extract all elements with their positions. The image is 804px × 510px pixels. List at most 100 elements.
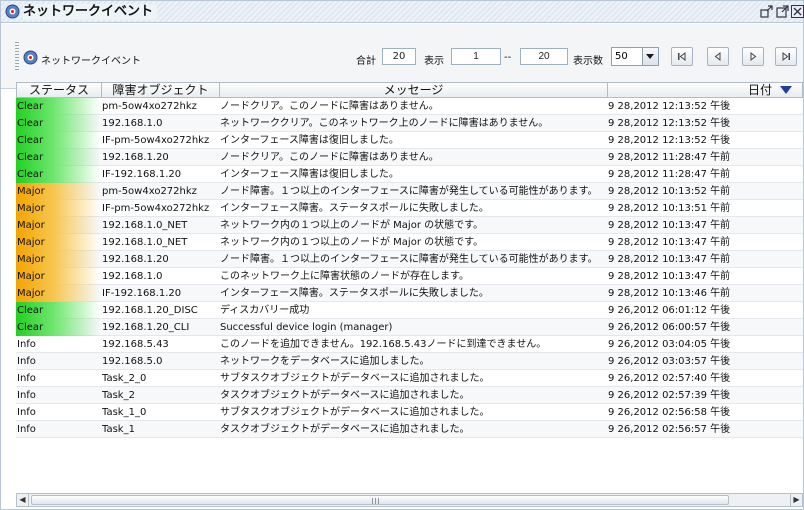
- table-row[interactable]: Clear IF-192.168.1.20 インターフェース障害は復旧しました。 9 …: [16, 166, 803, 183]
- date-cell: 9 26,2012 06:00:57 午後: [608, 322, 731, 333]
- close-icon[interactable]: [790, 4, 804, 19]
- object-cell: 192.168.1.0_NET: [102, 237, 188, 248]
- range-from-input[interactable]: [451, 48, 501, 65]
- object-cell: 192.168.1.20: [102, 254, 169, 265]
- last-page-icon: [782, 51, 790, 62]
- status-cell: Clear: [16, 98, 100, 115]
- status-cell: Major: [16, 200, 100, 217]
- status-cell: Clear: [16, 302, 100, 319]
- message-cell: ディスカバリー成功: [220, 305, 310, 316]
- message-cell: ネットワーク内の１つ以上のノードが Major の状態です。: [220, 237, 484, 248]
- table-row[interactable]: Info 192.168.5.0 ネットワークをデータベースに追加しました。 9 26…: [16, 353, 803, 370]
- object-cell: Task_2_0: [102, 373, 147, 384]
- table-row[interactable]: Clear pm-5ow4xo272hkz ノードクリア。このノードに障害はありませ…: [16, 98, 803, 115]
- object-cell: 192.168.1.0: [102, 271, 163, 282]
- status-cell: Info: [17, 373, 36, 384]
- date-cell: 9 28,2012 10:13:47 午前: [608, 254, 731, 265]
- table-row[interactable]: Info Task_1_0 サブタスクオブジェクトがデータベースに追加されました。 9…: [16, 404, 803, 421]
- object-cell: IF-192.168.1.20: [102, 288, 182, 299]
- first-page-icon: [678, 51, 686, 62]
- page-size-select[interactable]: 50: [611, 47, 659, 66]
- table-row[interactable]: Info Task_2_0 サブタスクオブジェクトがデータベースに追加されました。 9…: [16, 370, 803, 387]
- page-size-value: 50: [615, 51, 628, 62]
- table-row[interactable]: Major 192.168.1.0_NET ネットワーク内の１つ以上のノードが Ma…: [16, 234, 803, 251]
- date-cell: 9 28,2012 12:13:52 午後: [608, 135, 731, 146]
- message-cell: ネットワーク内の１つ以上のノードが Major の状態です。: [220, 220, 484, 231]
- table-row[interactable]: Clear 192.168.1.20_CLI Successful device l…: [16, 319, 803, 336]
- message-cell: インターフェース障害。ステータスポールに失敗しました。: [220, 288, 489, 299]
- object-cell: Task_1_0: [102, 407, 147, 418]
- scrollbar-thumb[interactable]: [31, 495, 729, 505]
- window-title: ネットワークイベント: [23, 4, 158, 20]
- table-row[interactable]: Major pm-5ow4xo272hkz ノード障害。１つ以上のインターフェースに…: [16, 183, 803, 200]
- table-row[interactable]: Major 192.168.1.0 このネットワーク上に障害状態のノードが存在します…: [16, 268, 803, 285]
- previous-page-button[interactable]: [707, 47, 729, 66]
- column-header-message[interactable]: メッセージ: [220, 82, 608, 98]
- status-cell: Major: [16, 285, 100, 302]
- horizontal-scrollbar[interactable]: ◀ ▶: [16, 493, 803, 507]
- range-separator: --: [504, 52, 512, 63]
- object-cell: 192.168.5.43: [102, 339, 169, 350]
- table-row[interactable]: Clear 192.168.1.0 ネットワーククリア。このネットワーク上のノードに…: [16, 115, 803, 132]
- object-cell: IF-pm-5ow4xo272hkz: [102, 135, 210, 146]
- scroll-right-icon[interactable]: ▶: [790, 494, 802, 506]
- status-cell: Clear: [16, 166, 100, 183]
- object-cell: pm-5ow4xo272hkz: [102, 186, 197, 197]
- date-cell: 9 28,2012 11:28:47 午前: [608, 152, 731, 163]
- object-cell: IF-pm-5ow4xo272hkz: [102, 203, 210, 214]
- message-cell: タスクオブジェクトがデータベースに追加されました。: [220, 390, 470, 401]
- title-bar[interactable]: ネットワークイベント: [1, 1, 804, 23]
- object-cell: pm-5ow4xo272hkz: [102, 101, 197, 112]
- column-header-status[interactable]: ステータス: [16, 82, 102, 98]
- table-row[interactable]: Major 192.168.1.0_NET ネットワーク内の１つ以上のノードが Ma…: [16, 217, 803, 234]
- status-cell: Clear: [16, 319, 100, 336]
- table-row[interactable]: Clear IF-pm-5ow4xo272hkz インターフェース障害は復旧しました…: [16, 132, 803, 149]
- message-cell: ノード障害。１つ以上のインターフェースに障害が発生している可能性があります。: [220, 254, 598, 265]
- scroll-left-icon[interactable]: ◀: [17, 494, 29, 506]
- display-label: 表示: [424, 56, 444, 67]
- table-row[interactable]: Major IF-192.168.1.20 インターフェース障害。ステータスポールに…: [16, 285, 803, 302]
- message-cell: サブタスクオブジェクトがデータベースに追加されました。: [220, 373, 490, 384]
- network-event-icon: [23, 50, 38, 65]
- table-row[interactable]: Major 192.168.1.20 ノード障害。１つ以上のインターフェースに障害が…: [16, 251, 803, 268]
- status-cell: Info: [17, 356, 36, 367]
- table-row[interactable]: Info Task_2 タスクオブジェクトがデータベースに追加されました。 9 26,…: [16, 387, 803, 404]
- toolbar: ネットワークイベント 合計 20 表示 -- 表示数 50: [1, 24, 803, 89]
- toolbar-grip[interactable]: [15, 42, 19, 72]
- message-cell: インターフェース障害は復旧しました。: [220, 135, 399, 146]
- date-cell: 9 26,2012 06:01:12 午後: [608, 305, 731, 316]
- date-cell: 9 28,2012 12:13:52 午後: [608, 101, 731, 112]
- status-cell: Clear: [16, 149, 100, 166]
- message-cell: ネットワークをデータベースに追加しました。: [220, 356, 430, 367]
- table-row[interactable]: Info Task_1 タスクオブジェクトがデータベースに追加されました。 9 26,…: [16, 421, 803, 438]
- first-page-button[interactable]: [671, 47, 693, 66]
- table-row[interactable]: Info 192.168.5.43 このノードを追加できません。192.168.5.…: [16, 336, 803, 353]
- network-events-window: ネットワークイベント ネットワークイベント 合計 20 表示 -- 表示数: [0, 0, 804, 510]
- range-to-input[interactable]: [520, 48, 568, 65]
- thumb-grip: [372, 498, 380, 504]
- next-page-button[interactable]: [742, 47, 764, 66]
- table-row[interactable]: Clear 192.168.1.20_DISC ディスカバリー成功 9 26,2012…: [16, 302, 803, 319]
- date-cell: 9 28,2012 10:13:51 午前: [608, 203, 731, 214]
- date-cell: 9 26,2012 02:56:58 午後: [608, 407, 731, 418]
- column-header-object[interactable]: 障害オブジェクト: [102, 82, 220, 98]
- total-count: 20: [382, 48, 416, 65]
- date-cell: 9 28,2012 10:13:47 午前: [608, 237, 731, 248]
- table-row[interactable]: Clear 192.168.1.20 ノードクリア。このノードに障害はありません。 9…: [16, 149, 803, 166]
- object-cell: 192.168.5.0: [102, 356, 163, 367]
- column-header-date[interactable]: 日付: [608, 82, 803, 98]
- table-row[interactable]: Major IF-pm-5ow4xo272hkz インターフェース障害。ステータスポ…: [16, 200, 803, 217]
- detach-icon[interactable]: [775, 4, 790, 19]
- date-cell: 9 28,2012 11:28:47 午前: [608, 169, 731, 180]
- chevron-down-icon[interactable]: [642, 48, 658, 65]
- status-cell: Major: [16, 183, 100, 200]
- date-cell: 9 28,2012 10:13:47 午前: [608, 220, 731, 231]
- status-cell: Info: [17, 424, 36, 435]
- sort-descending-icon: [780, 86, 792, 94]
- date-cell: 9 26,2012 02:56:57 午後: [608, 424, 731, 435]
- view-label: ネットワークイベント: [41, 56, 141, 67]
- undock-icon[interactable]: [759, 4, 774, 19]
- message-cell: インターフェース障害は復旧しました。: [220, 169, 399, 180]
- page-size-label: 表示数: [573, 56, 603, 67]
- last-page-button[interactable]: [775, 47, 797, 66]
